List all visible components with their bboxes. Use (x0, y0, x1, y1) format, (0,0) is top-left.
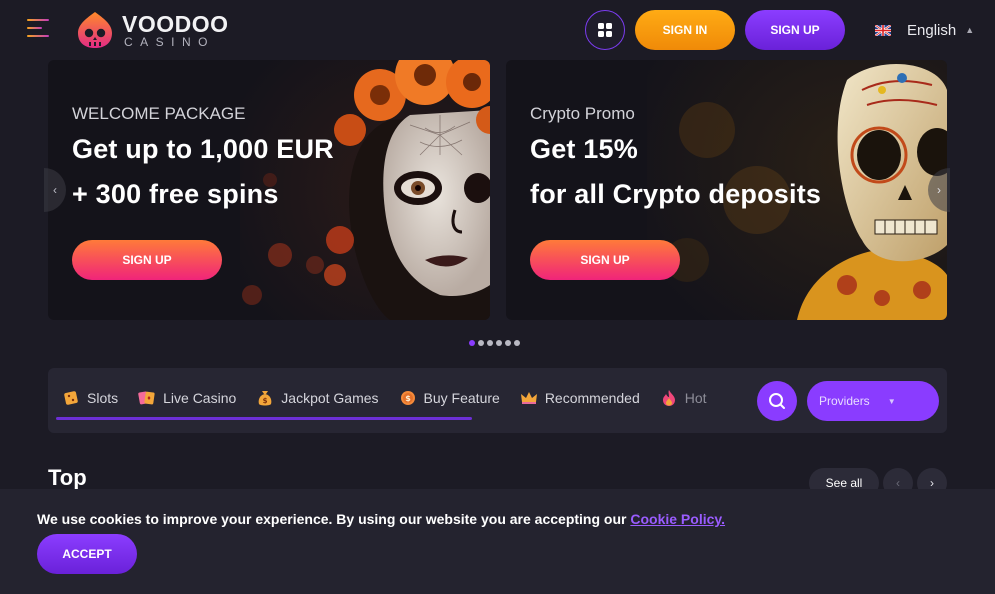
hamburger-menu-icon[interactable] (27, 19, 49, 39)
uk-flag-icon (875, 24, 891, 36)
game-category-bar: Slots Live Casino $ Jackpot Games $ Buy … (48, 368, 947, 433)
cards-icon (138, 389, 156, 407)
site-logo[interactable]: VOODOO CASINO (76, 10, 236, 50)
providers-label: Providers (819, 394, 870, 408)
cookie-message: We use cookies to improve your experienc… (37, 511, 725, 527)
carousel-dot[interactable] (514, 340, 520, 346)
tab-recommended[interactable]: Recommended (520, 386, 640, 410)
section-title-top: Top (48, 465, 87, 490)
carousel-dot[interactable] (487, 340, 493, 346)
providers-dropdown[interactable]: Providers ▼ (807, 381, 939, 421)
svg-text:$: $ (263, 397, 268, 405)
tab-slots[interactable]: Slots (62, 386, 118, 410)
banner-sign-up-button[interactable]: SIGN UP (530, 240, 680, 280)
crown-icon (520, 389, 538, 407)
carousel-dot[interactable] (469, 340, 475, 346)
category-scroll-indicator[interactable] (56, 417, 472, 420)
sign-up-button[interactable]: SIGN UP (745, 10, 845, 50)
language-label: English (907, 21, 957, 39)
banner-subheadline: + 300 free spins (72, 179, 279, 209)
flame-icon (660, 389, 678, 407)
money-bag-icon: $ (256, 389, 274, 407)
banner-headline: Get up to 1,000 EUR (72, 134, 334, 164)
chevron-left-icon: ‹ (896, 476, 900, 490)
grid-icon (598, 23, 612, 37)
logo-subtitle: CASINO (124, 35, 216, 49)
skull-logo-icon (78, 12, 112, 48)
logo-wordmark: VOODOO (122, 11, 229, 37)
chevron-right-icon: › (930, 476, 934, 490)
tab-label: Hot (684, 390, 707, 406)
category-tabs: Slots Live Casino $ Jackpot Games $ Buy … (62, 386, 728, 410)
tab-label: Jackpot Games (281, 390, 379, 406)
language-selector[interactable]: English ▲ (875, 19, 974, 41)
tab-label: Live Casino (163, 390, 237, 406)
carousel-dot[interactable] (478, 340, 484, 346)
accept-cookies-button[interactable]: ACCEPT (37, 534, 137, 574)
banner-subheadline: for all Crypto deposits (530, 179, 822, 209)
banner-eyebrow: WELCOME PACKAGE (72, 104, 246, 123)
tab-label: Recommended (544, 390, 640, 406)
carousel-dot[interactable] (505, 340, 511, 346)
cookie-policy-link[interactable]: Cookie Policy. (630, 511, 725, 527)
search-icon (769, 393, 785, 409)
game-search-button[interactable] (757, 381, 797, 421)
promo-banner-crypto[interactable]: Crypto Promo Get 15% for all Crypto depo… (506, 60, 947, 320)
tab-buy-feature[interactable]: $ Buy Feature (399, 386, 500, 410)
chevron-right-icon: › (937, 183, 941, 197)
chevron-up-icon: ▲ (965, 25, 975, 35)
chevron-down-icon: ▼ (887, 396, 896, 406)
sign-in-button[interactable]: SIGN IN (635, 10, 735, 50)
site-header: VOODOO CASINO SIGN IN SIGN UP English ▲ (0, 0, 995, 60)
coin-icon: $ (399, 389, 417, 407)
dice-icon (62, 389, 80, 407)
svg-text:$: $ (405, 394, 411, 403)
tab-label: Buy Feature (423, 390, 500, 406)
banner-eyebrow: Crypto Promo (530, 104, 635, 123)
apps-grid-button[interactable] (585, 10, 625, 50)
carousel-dot[interactable] (496, 340, 502, 346)
banner-headline: Get 15% (530, 134, 638, 164)
chevron-left-icon: ‹ (53, 183, 57, 197)
tab-hot[interactable]: Hot (660, 386, 707, 410)
carousel-pagination (469, 340, 520, 348)
tab-label: Slots (87, 390, 119, 406)
promo-banner-welcome[interactable]: WELCOME PACKAGE Get up to 1,000 EUR + 30… (48, 60, 490, 320)
banner-sign-up-button[interactable]: SIGN UP (72, 240, 222, 280)
tab-jackpot-games[interactable]: $ Jackpot Games (256, 386, 379, 410)
cookie-text: We use cookies to improve your experienc… (37, 511, 631, 527)
cookie-consent-banner: We use cookies to improve your experienc… (0, 489, 995, 594)
tab-live-casino[interactable]: Live Casino (138, 386, 236, 410)
